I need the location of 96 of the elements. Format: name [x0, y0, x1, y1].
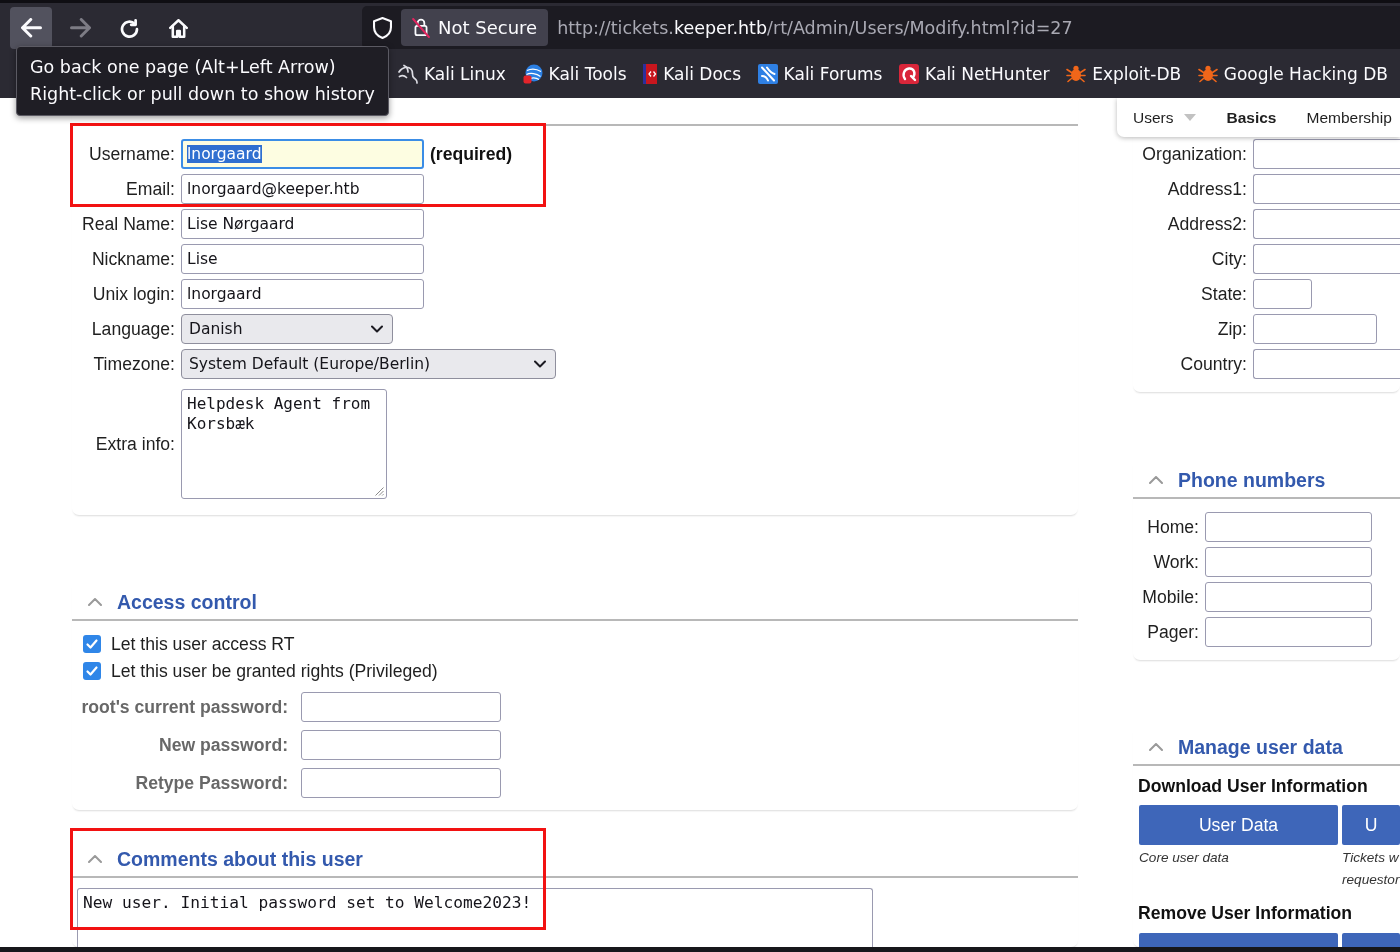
field-label: Zip: — [1217, 318, 1247, 340]
checkbox-label: Let this user be granted rights (Privileged) — [111, 660, 438, 682]
text-field[interactable] — [1253, 314, 1377, 344]
globe-icon — [522, 64, 543, 84]
field-label: Home: — [1147, 516, 1199, 538]
download-button[interactable]: U — [1342, 805, 1400, 845]
hook-icon — [899, 64, 920, 84]
text-area[interactable]: Helpdesk Agent from Korsbæk — [181, 389, 387, 499]
password-field[interactable] — [301, 730, 501, 760]
subsection-heading: Remove User Information — [1138, 903, 1353, 923]
text-field[interactable]: Lise Nørgaard — [181, 209, 424, 239]
field-label: Username: — [88, 143, 175, 165]
shield-icon[interactable] — [373, 16, 392, 39]
text-field[interactable] — [1205, 547, 1372, 577]
url-text: http://tickets.keeper.htb/rt/Admin/Users/Modify.html?id=27 — [557, 17, 1073, 38]
section-heading: Manage user data — [1178, 735, 1343, 759]
button-description: Core user data — [1139, 849, 1229, 867]
field-label: State: — [1201, 283, 1247, 305]
checkbox[interactable] — [83, 662, 101, 680]
field-label: Country: — [1180, 353, 1247, 375]
bookmark-link[interactable]: Kali Linux — [398, 64, 506, 84]
text-field[interactable] — [1253, 244, 1400, 274]
menu-tab[interactable]: Membership — [1306, 108, 1392, 127]
checkbox-label: Let this user access RT — [111, 633, 295, 655]
chevron-up-icon[interactable] — [88, 598, 102, 606]
field-label: Extra info: — [95, 433, 175, 455]
chevron-up-icon[interactable] — [88, 855, 102, 863]
download-button[interactable]: User Data — [1139, 805, 1338, 845]
dropdown-select[interactable]: System Default (Europe/Berlin) — [181, 349, 557, 379]
tile-icon — [757, 64, 778, 84]
text-field[interactable]: Lise — [181, 244, 424, 274]
text-field[interactable]: lnorgaard — [181, 279, 424, 309]
chevron-up-icon[interactable] — [1149, 743, 1163, 751]
field-label: City: — [1211, 248, 1247, 270]
field-label: Retype Password: — [135, 772, 288, 794]
field-label: Language: — [91, 318, 175, 340]
bookmark-link[interactable]: Kali Forums — [757, 64, 883, 84]
section-heading: Phone numbers — [1178, 468, 1326, 492]
text-field[interactable] — [1205, 582, 1372, 612]
chevron-up-icon[interactable] — [1149, 476, 1163, 484]
text-field[interactable] — [1205, 617, 1372, 647]
arrow-left-icon — [20, 18, 42, 38]
field-label: Pager: — [1147, 621, 1199, 643]
address-bar[interactable]: Not Secure http://tickets.keeper.htb/rt/Admin/Users/Modify.html?id=27 — [362, 6, 1400, 49]
menu-tab[interactable]: Users — [1133, 108, 1197, 127]
field-label: Organization: — [1142, 143, 1247, 165]
tooltip-text: Go back one page (Alt+Left Arrow) — [30, 56, 336, 79]
section-heading: Access control — [117, 590, 257, 614]
chevron-down-icon — [371, 325, 383, 333]
chevron-down-icon — [534, 360, 547, 368]
button-description: Tickets w requestor — [1342, 849, 1400, 889]
bookmark-link[interactable]: Exploit-DB — [1066, 64, 1182, 84]
text-field[interactable] — [1253, 349, 1400, 379]
document-icon — [643, 64, 658, 84]
required-note: (required) — [430, 143, 513, 165]
text-field[interactable]: lnorgaard@keeper.htb — [181, 174, 424, 204]
field-label: Address2: — [1167, 213, 1247, 235]
bookmark-link[interactable]: Kali Tools — [522, 64, 627, 84]
field-label: root's current password: — [81, 696, 288, 718]
back-button[interactable] — [10, 7, 52, 49]
tooltip-text: Right-click or pull down to show history — [30, 83, 375, 106]
resize-grip-icon[interactable] — [374, 486, 384, 496]
field-label: Real Name: — [82, 213, 175, 235]
reload-icon — [119, 18, 139, 38]
field-label: Address1: — [1167, 178, 1247, 200]
field-label: Work: — [1153, 551, 1199, 573]
bug-icon — [1066, 65, 1087, 83]
connection-status-button[interactable]: Not Secure — [401, 9, 549, 46]
bug-icon — [1197, 65, 1218, 83]
field-label: Email: — [126, 178, 175, 200]
bookmark-link[interactable]: Kali NetHunter — [899, 64, 1050, 84]
home-icon — [168, 18, 188, 38]
field-label: Mobile: — [1142, 586, 1199, 608]
field-label: Timezone: — [93, 353, 175, 375]
text-field[interactable] — [1253, 174, 1400, 204]
text-field[interactable] — [1253, 279, 1312, 309]
section-heading: Comments about this user — [117, 847, 363, 871]
checkbox[interactable] — [83, 635, 101, 653]
arrow-right-icon — [69, 18, 91, 38]
subsection-heading: Download User Information — [1138, 776, 1368, 796]
text-field[interactable] — [1205, 512, 1372, 542]
text-field[interactable] — [1253, 139, 1400, 169]
bookmark-link[interactable]: Kali Docs — [643, 64, 741, 84]
field-label: New password: — [158, 734, 288, 756]
comments-field[interactable]: New user. Initial password set to Welcome2023! — [77, 888, 873, 947]
field-label: Unix login: — [92, 283, 175, 305]
text-field[interactable]: lnorgaard — [181, 139, 424, 169]
field-label: Nickname: — [91, 248, 175, 270]
crossed-lock-icon — [412, 17, 430, 38]
password-field[interactable] — [301, 768, 501, 798]
bookmark-link[interactable]: Google Hacking DB — [1197, 64, 1388, 84]
password-field[interactable] — [301, 692, 501, 722]
squiggle-icon — [398, 64, 418, 84]
dropdown-select[interactable]: Danish — [181, 314, 393, 344]
text-field[interactable] — [1253, 209, 1400, 239]
menu-tab[interactable]: Basics — [1226, 108, 1277, 127]
